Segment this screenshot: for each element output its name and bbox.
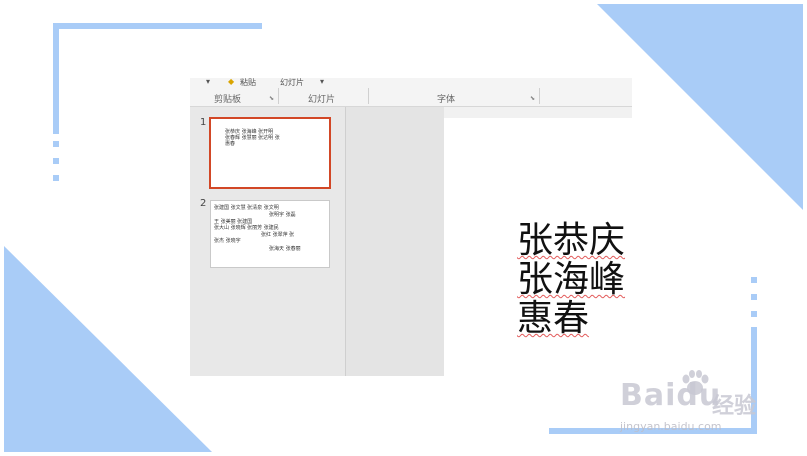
group-font: 字体	[437, 95, 456, 105]
baidu-watermark: Baidu 经验 jingyan.baidu.com	[620, 370, 770, 438]
dropdown-arrow-icon: ▾	[320, 78, 325, 86]
right-dot-2	[751, 294, 757, 300]
group-clipboard: 剪贴板	[214, 95, 242, 105]
watermark-url: jingyan.baidu.com	[620, 420, 722, 433]
thumbnail-text: 张明宇 张磊	[269, 212, 296, 218]
thumbnail-text: 惠春	[225, 141, 236, 147]
editor-background	[346, 107, 444, 376]
left-dot-1	[53, 141, 59, 147]
top-left-bracket-v	[53, 23, 59, 134]
right-dot-1	[751, 277, 757, 283]
slide-name-line[interactable]: 张海峰	[517, 260, 625, 299]
watermark-logo-cn: 经验	[712, 394, 757, 419]
group-separator	[539, 88, 540, 104]
top-left-bracket-h	[53, 23, 262, 29]
slide-thumbnail-pane: 1 张恭庆 张海峰 张开明 张春辉 张慧丽 张达明 张 惠春 2 张建国 张文慧…	[190, 107, 346, 376]
group-separator	[278, 88, 279, 104]
group-slides: 幻灯片	[308, 95, 336, 105]
thumbnail-text: 张杰 张晓宇	[214, 238, 241, 244]
slide-thumbnail-2[interactable]: 张建国 张文慧 张清泉 张文明 张明宇 张磊 王 张美丽 张建国 张大山 张晓辉…	[210, 200, 330, 268]
ribbon-top-row: ▾ ◆ 粘贴 幻灯片 ▾	[190, 78, 632, 88]
slide-canvas[interactable]: 张恭庆 张海峰 惠春	[444, 118, 632, 376]
slide-name-line[interactable]: 惠春	[517, 299, 589, 338]
slide-thumbnail-1[interactable]: 张恭庆 张海峰 张开明 张春辉 张慧丽 张达明 张 惠春	[209, 117, 331, 189]
ribbon: ▾ ◆ 粘贴 幻灯片 ▾ 剪贴板 ⬊ 幻灯片 字体 ⬊	[190, 78, 632, 107]
thumbnail-text: 张海天 张春丽	[269, 246, 301, 252]
slide-number: 2	[200, 198, 207, 209]
slide-number: 1	[200, 117, 207, 128]
watermark-logo: Baidu	[620, 378, 722, 413]
powerpoint-screenshot: ▾ ◆ 粘贴 幻灯片 ▾ 剪贴板 ⬊ 幻灯片 字体 ⬊ 1 张恭庆 张海峰 张开…	[190, 78, 632, 376]
slide-name-line[interactable]: 张恭庆	[517, 221, 625, 260]
right-dot-3	[751, 311, 757, 317]
paste-icon: ◆	[228, 78, 235, 86]
dropdown-arrow-icon: ▾	[206, 78, 211, 86]
new-slide-label[interactable]: 幻灯片	[280, 78, 304, 88]
left-dot-3	[53, 175, 59, 181]
thumbnail-text: 张红 张翠萍 张	[261, 232, 295, 238]
dialog-launcher-icon[interactable]: ⬊	[530, 95, 535, 102]
bottom-left-triangle	[4, 246, 212, 452]
left-dot-2	[53, 158, 59, 164]
dialog-launcher-icon[interactable]: ⬊	[269, 95, 274, 102]
group-separator	[368, 88, 369, 104]
thumbnail-text: 张大山 张晓辉 张丽芳 张建民	[214, 225, 279, 231]
thumbnail-text: 张建国 张文慧 张清泉 张文明	[214, 205, 279, 211]
paste-label[interactable]: 粘贴	[240, 78, 256, 88]
